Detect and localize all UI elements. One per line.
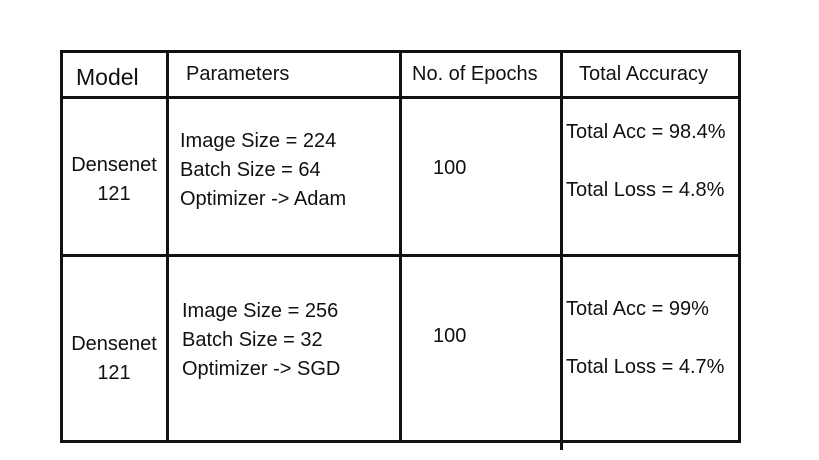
header-parameters: Parameters (186, 63, 290, 85)
model-name-line1: Densenet (71, 333, 157, 355)
param-image-size: Image Size = 224 (180, 130, 337, 152)
epochs-value: 100 (433, 325, 467, 347)
header-total-accuracy: Total Accuracy (579, 63, 708, 85)
epochs-value: 100 (433, 157, 467, 179)
column-divider-parameters (399, 50, 402, 443)
total-acc: Total Acc = 99% (566, 298, 709, 320)
param-optimizer: Optimizer -> Adam (180, 188, 347, 210)
total-loss: Total Loss = 4.7% (566, 356, 725, 378)
model-name-line2: 121 (97, 362, 131, 384)
total-loss: Total Loss = 4.8% (566, 179, 725, 201)
model-name-line2: 121 (97, 183, 131, 205)
results-table: Model Parameters No. of Epochs Total Acc… (60, 50, 741, 450)
total-acc: Total Acc = 98.4% (566, 121, 726, 143)
column-divider-model (166, 50, 169, 443)
param-batch-size: Batch Size = 64 (180, 159, 321, 181)
param-optimizer: Optimizer -> SGD (182, 358, 341, 380)
column-divider-epochs (560, 50, 563, 450)
model-name-line1: Densenet (71, 154, 157, 176)
table-right-border (738, 50, 741, 443)
param-image-size: Image Size = 256 (182, 300, 339, 322)
param-batch-size: Batch Size = 32 (182, 329, 323, 351)
header-model: Model (76, 64, 139, 90)
header-epochs: No. of Epochs (412, 63, 538, 85)
